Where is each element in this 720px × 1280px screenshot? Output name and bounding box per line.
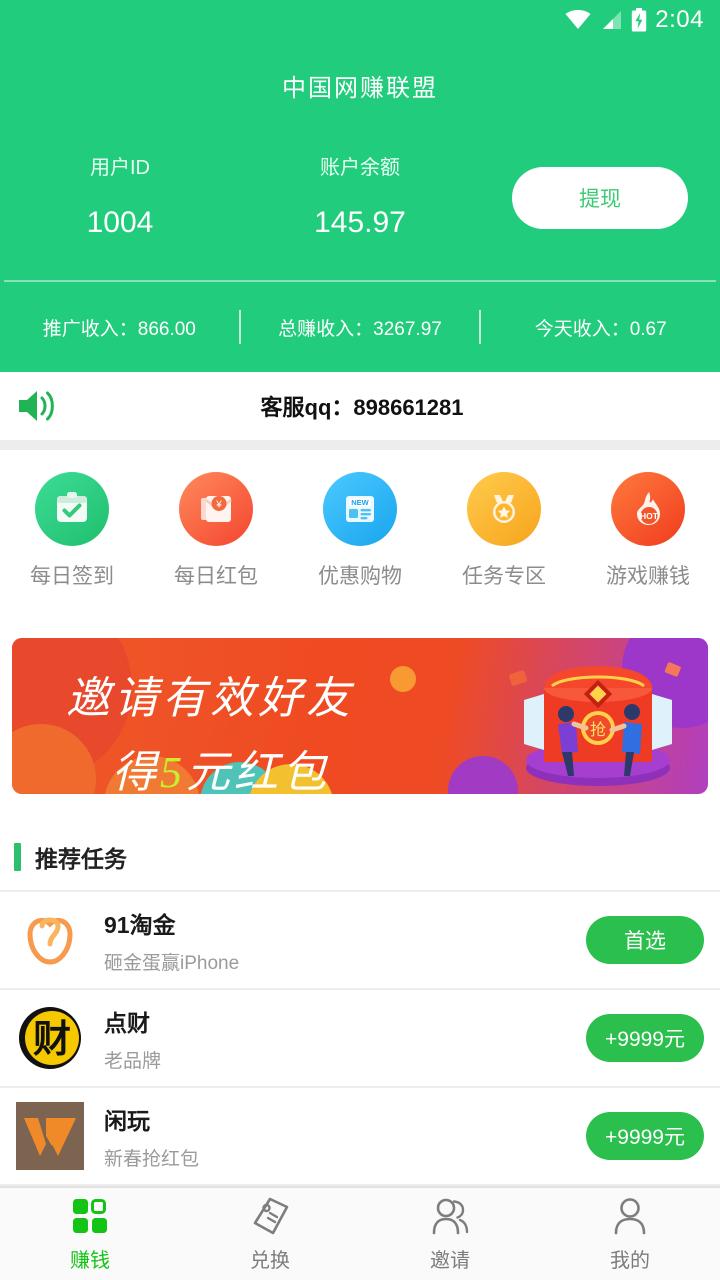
task-desc: 砸金蛋赢iPhone — [104, 952, 240, 974]
income-stats: 推广收入：866.00 总赚收入：3267.97 今天收入：0.67 — [0, 282, 720, 372]
speaker-icon — [19, 391, 54, 421]
section-gap — [0, 440, 720, 450]
xianwan-logo — [16, 1102, 84, 1170]
battery-charging-icon — [632, 8, 647, 32]
status-time: 2:04 — [655, 6, 704, 33]
promo-banner[interactable]: 抢 邀请有效好友 得5元红包 — [12, 638, 708, 794]
account-summary: 用户ID 1004 账户余额 145.97 提现 — [0, 103, 720, 280]
task-name: 91淘金 — [104, 911, 176, 938]
svg-text:HOT: HOT — [640, 511, 659, 521]
withdraw-button-wrap: 提现 — [480, 151, 720, 229]
tab-invite[interactable]: 邀请 — [360, 1188, 540, 1280]
task-info: 闲玩 新春抢红包 — [104, 1102, 586, 1171]
stat-total-income: 总赚收入：3267.97 — [278, 318, 442, 340]
diancai-logo: 财 — [16, 1004, 84, 1072]
tab-earn[interactable]: 赚钱 — [0, 1188, 180, 1280]
page-title: 中国网赚联盟 — [282, 75, 438, 102]
user-id-label: 用户ID — [90, 157, 150, 179]
task-action-button[interactable]: +9999元 — [586, 1014, 704, 1062]
user-id-block: 用户ID 1004 — [0, 151, 240, 240]
bottom-navigation: 赚钱 兑换 邀请 我的 — [0, 1186, 720, 1280]
svg-text:NEW: NEW — [351, 498, 369, 507]
wifi-icon — [565, 10, 591, 29]
promo-banner-wrap: 抢 邀请有效好友 得5元红包 — [0, 616, 720, 812]
user-id-value: 1004 — [86, 206, 154, 239]
quick-menu-label: 游戏赚钱 — [606, 565, 690, 588]
quick-menu-label: 任务专区 — [462, 565, 546, 588]
quick-menu-label: 每日红包 — [174, 565, 258, 588]
quick-menu: 每日签到 ¥ 每日红包 NEW 优惠购物 任务专区 HOT 游戏赚钱 — [0, 450, 720, 616]
task-row[interactable]: 闲玩 新春抢红包 +9999元 — [0, 1088, 720, 1184]
grid-icon — [73, 1199, 107, 1233]
withdraw-button[interactable]: 提现 — [512, 167, 688, 229]
balance-block: 账户余额 145.97 — [240, 151, 480, 240]
tab-mine[interactable]: 我的 — [540, 1188, 720, 1280]
tab-label: 赚钱 — [70, 1250, 110, 1272]
packet-label: 抢 — [590, 721, 606, 739]
task-name: 闲玩 — [104, 1107, 150, 1134]
banner-amount: 5 — [160, 748, 186, 794]
task-action-button[interactable]: +9999元 — [586, 1112, 704, 1160]
quick-menu-item-daily-signin[interactable]: 每日签到 — [0, 472, 144, 590]
task-desc: 新春抢红包 — [104, 1148, 200, 1170]
banner-line2-suffix: 元红包 — [186, 748, 330, 794]
quick-menu-label: 每日签到 — [30, 565, 114, 588]
banner-line-1: 邀请有效好友 — [66, 674, 354, 723]
red-packet-illustration: 抢 — [509, 662, 681, 786]
task-row[interactable]: 91淘金 砸金蛋赢iPhone 首选 — [0, 892, 720, 988]
taojin-logo — [16, 906, 84, 974]
stat-promotion-income: 推广收入：866.00 — [42, 318, 196, 340]
banner-text: 邀请有效好友 得5元红包 — [66, 662, 354, 794]
svg-text:财: 财 — [33, 1019, 71, 1061]
news-new-icon: NEW — [323, 472, 397, 546]
task-info: 点财 老品牌 — [104, 1004, 586, 1073]
tab-exchange[interactable]: 兑换 — [180, 1188, 360, 1280]
svg-text:¥: ¥ — [215, 500, 222, 511]
tab-label: 兑换 — [250, 1250, 290, 1272]
task-info: 91淘金 砸金蛋赢iPhone — [104, 906, 586, 975]
flame-hot-icon: HOT — [611, 472, 685, 546]
medal-star-icon — [467, 472, 541, 546]
signal-icon — [603, 11, 622, 29]
balance-label: 账户余额 — [320, 157, 400, 179]
app-screen: 2:04 中国网赚联盟 用户ID 1004 账户余额 145.97 提现 推广收… — [0, 0, 720, 1280]
task-desc: 老品牌 — [104, 1050, 162, 1072]
tab-label: 我的 — [610, 1250, 650, 1272]
tab-label: 邀请 — [430, 1250, 470, 1272]
task-row[interactable]: 财 点财 老品牌 +9999元 — [0, 990, 720, 1086]
notice-bar[interactable]: 客服qq：898661281 — [0, 372, 720, 440]
banner-line-2: 得5元红包 — [112, 736, 354, 794]
stat-today-income: 今天收入：0.67 — [534, 318, 667, 340]
section-accent-bar — [14, 843, 21, 871]
people-icon — [432, 1198, 469, 1235]
quick-menu-label: 优惠购物 — [318, 565, 402, 588]
banner-blob — [390, 666, 416, 692]
calendar-check-icon — [35, 472, 109, 546]
notice-text: 客服qq：898661281 — [260, 395, 464, 420]
red-envelope-icon: ¥ — [179, 472, 253, 546]
status-bar: 2:04 — [0, 0, 720, 40]
task-action-button[interactable]: 首选 — [586, 916, 704, 964]
quick-menu-item-shopping[interactable]: NEW 优惠购物 — [288, 472, 432, 590]
banner-line2-prefix: 得 — [112, 748, 160, 794]
quick-menu-item-daily-redpacket[interactable]: ¥ 每日红包 — [144, 472, 288, 590]
section-title: 推荐任务 — [35, 846, 127, 872]
balance-value: 145.97 — [314, 206, 406, 239]
app-header: 中国网赚联盟 用户ID 1004 账户余额 145.97 提现 推广收入：866… — [0, 40, 720, 372]
task-name: 点财 — [104, 1009, 150, 1036]
section-header-tasks: 推荐任务 — [0, 812, 720, 890]
quick-menu-item-task-zone[interactable]: 任务专区 — [432, 472, 576, 590]
quick-menu-item-game-earn[interactable]: HOT 游戏赚钱 — [576, 472, 720, 590]
tag-icon — [253, 1197, 289, 1235]
person-icon — [614, 1198, 646, 1235]
